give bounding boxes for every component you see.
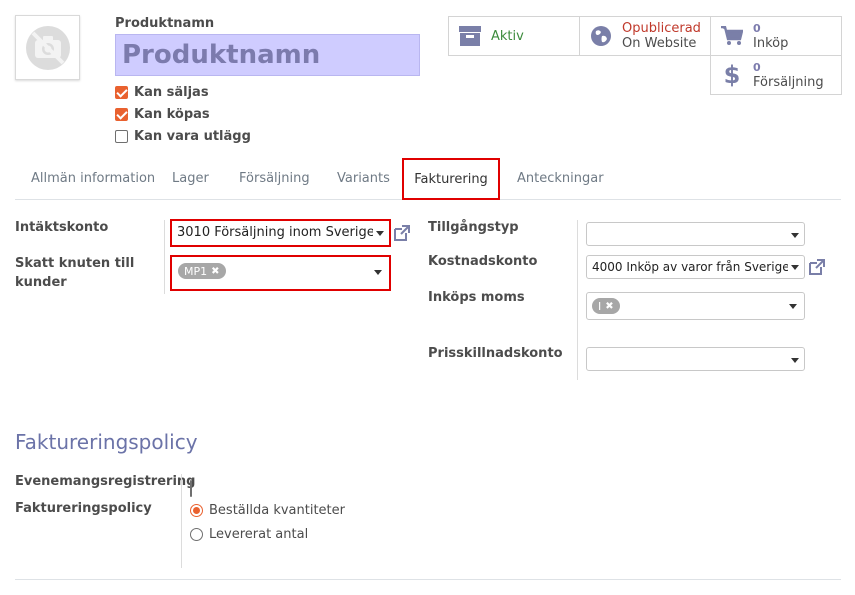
no-photo-icon (26, 26, 70, 70)
cart-icon (719, 26, 745, 46)
radio-label: Levererat antal (209, 527, 309, 542)
tax-tag[interactable]: I ✖ (592, 298, 620, 314)
close-icon[interactable]: ✖ (605, 301, 613, 312)
tab-general-info[interactable]: Allmän information (31, 171, 155, 186)
event-registration-label: Evenemangsregistrering (15, 474, 196, 489)
chevron-down-icon (789, 304, 797, 309)
checkbox-box[interactable] (115, 129, 128, 143)
section-title: Faktureringspolicy (15, 430, 198, 454)
expense-account-value: 4000 Inköp av varor från Sverige (592, 260, 788, 274)
purchase-tax-label: Inköps moms (428, 290, 525, 305)
invoicing-policy-label: Faktureringspolicy (15, 501, 152, 516)
price-difference-label: Prisskillnadskonto (428, 346, 563, 361)
close-icon[interactable]: ✖ (211, 266, 219, 277)
website-label: On Website (622, 36, 697, 51)
price-difference-select[interactable] (586, 347, 805, 371)
purchases-count: 0 (753, 22, 761, 35)
sales-label: Försäljning (753, 75, 824, 90)
globe-icon (588, 26, 614, 46)
bottom-divider (15, 579, 841, 580)
purchases-label: Inköp (753, 36, 789, 51)
income-account-select[interactable]: 3010 Försäljning inom Sverige 25% (170, 219, 391, 247)
purchases-button[interactable]: 0 Inköp (710, 16, 842, 56)
tab-inventory[interactable]: Lager (172, 171, 209, 186)
chevron-down-icon (376, 231, 384, 236)
active-label: Aktiv (491, 28, 524, 44)
tax-tag[interactable]: MP1 ✖ (178, 263, 226, 279)
tax-tag-label: MP1 (184, 264, 208, 278)
asset-type-label: Tillgångstyp (428, 220, 519, 235)
customer-tax-select[interactable]: MP1 ✖ (170, 255, 391, 291)
external-link-icon[interactable] (393, 224, 411, 246)
website-status: Opublicerad (622, 21, 701, 36)
chevron-down-icon (791, 265, 799, 270)
website-publish-button[interactable]: Opublicerad On Website (579, 16, 711, 56)
chevron-down-icon (791, 233, 799, 238)
can-be-purchased-checkbox[interactable]: Kan köpas (115, 105, 210, 123)
policy-option-delivered[interactable]: Levererat antal (190, 527, 308, 542)
expense-account-label: Kostnadskonto (428, 254, 538, 269)
policy-option-ordered[interactable]: Beställda kvantiteter (190, 503, 345, 518)
dollar-icon: $ (723, 61, 741, 89)
event-registration-checkbox[interactable] (190, 480, 192, 497)
external-link-icon[interactable] (808, 258, 826, 280)
radio-button[interactable] (190, 504, 203, 517)
income-account-value: 3010 Försäljning inom Sverige 25% (177, 225, 373, 240)
active-button[interactable]: Aktiv (448, 16, 580, 56)
tab-variants[interactable]: Variants (337, 171, 390, 186)
customer-tax-label: Skatt knuten till kunder (15, 256, 135, 290)
field-separator (181, 474, 182, 568)
field-separator (577, 220, 578, 380)
purchase-tax-select[interactable]: I ✖ (586, 292, 805, 320)
checkbox-label: Kan säljas (134, 84, 209, 100)
tax-tag-label: I (598, 299, 602, 313)
radio-label: Beställda kvantiteter (209, 503, 345, 518)
can-be-expensed-checkbox[interactable]: Kan vara utlägg (115, 127, 251, 145)
field-separator (164, 220, 165, 294)
archive-icon (457, 26, 483, 46)
asset-type-select[interactable] (586, 222, 805, 246)
product-image[interactable] (15, 15, 80, 80)
checkbox-box[interactable] (115, 107, 128, 121)
expense-account-select[interactable]: 4000 Inköp av varor från Sverige (586, 255, 805, 279)
can-be-sold-checkbox[interactable]: Kan säljas (115, 83, 209, 101)
checkbox-label: Kan vara utlägg (134, 128, 251, 144)
radio-button[interactable] (190, 528, 203, 541)
sales-count: 0 (753, 61, 761, 74)
checkbox-box[interactable] (115, 85, 128, 99)
tab-notes[interactable]: Anteckningar (517, 171, 604, 186)
product-name-label: Produktnamn (115, 16, 215, 31)
tab-sales[interactable]: Försäljning (239, 171, 310, 186)
chevron-down-icon (791, 358, 799, 363)
product-name-input[interactable]: Produktnamn (115, 34, 420, 76)
tab-invoicing[interactable]: Fakturering (402, 158, 500, 200)
checkbox-label: Kan köpas (134, 106, 210, 122)
sales-button[interactable]: $ 0 Försäljning (710, 55, 842, 95)
chevron-down-icon (374, 270, 382, 275)
income-account-label: Intäktskonto (15, 220, 109, 235)
